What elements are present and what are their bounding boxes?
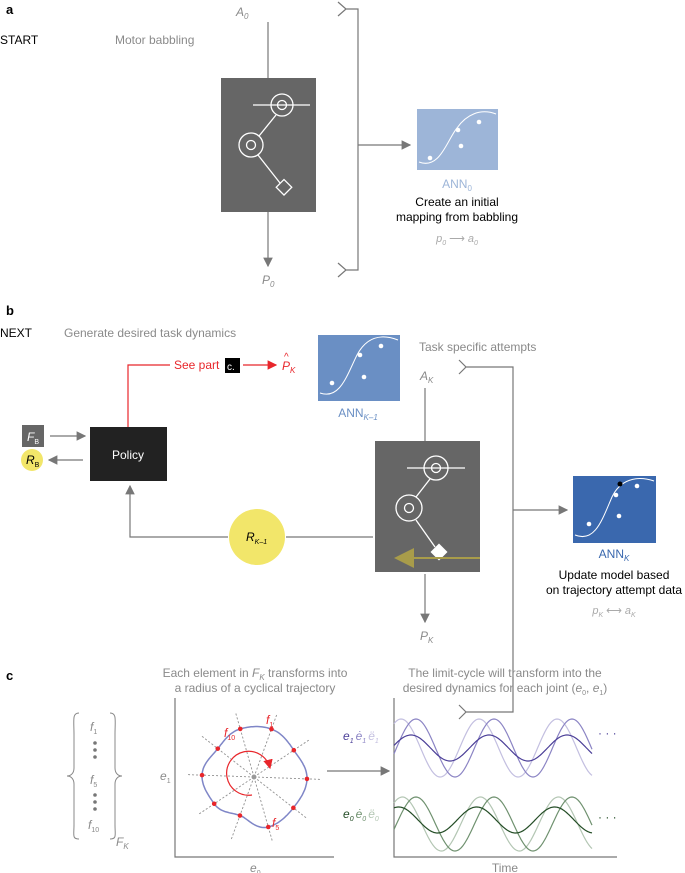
ann-k-caption-2: on trajectory attempt data xyxy=(546,583,682,597)
radial-guide xyxy=(253,776,322,780)
policy-output-line xyxy=(127,364,170,427)
right-brace xyxy=(109,712,123,840)
ann-k-label: ANNK xyxy=(599,547,630,563)
radial-guide xyxy=(230,776,255,842)
polar-f1-label: f1 xyxy=(266,713,273,729)
left-title-1: Each element in FK transforms into xyxy=(163,666,348,682)
polar-x-label: e0 xyxy=(250,861,261,873)
collect-bracket xyxy=(337,1,359,278)
p-hat-hat: ^ xyxy=(284,352,289,363)
joint-dynamics-plot xyxy=(393,718,593,852)
see-part-label: See part xyxy=(174,358,220,372)
figure: a START Motor babbling A0 P0 ANN0 Create… xyxy=(0,1,682,873)
panel-letter-c: c xyxy=(6,668,13,683)
radial-guide xyxy=(197,776,255,816)
radius-point xyxy=(304,776,310,782)
policy-label: Policy xyxy=(112,448,144,462)
ann0-caption-1: Create an initial xyxy=(415,195,498,209)
ann0-label: ANN0 xyxy=(442,177,472,193)
right-title-2: desired dynamics for each joint (e0, e1) xyxy=(403,681,608,697)
radius-point xyxy=(291,805,296,811)
vector-dots-lower xyxy=(93,793,97,811)
radius-point xyxy=(237,813,243,818)
radial-guide xyxy=(186,774,255,778)
polar-y-label: e1 xyxy=(160,769,171,785)
radius-point xyxy=(265,824,271,830)
e0-ellipsis: · · · xyxy=(598,810,617,824)
generate-dynamics-label: Generate desired task dynamics xyxy=(64,326,236,340)
action-a0-label: A0 xyxy=(235,5,249,21)
mapping-p0-a0: p0 ⟶ a0 xyxy=(435,233,478,247)
e1-velocity-wave xyxy=(393,718,593,778)
ann0-caption-2: mapping from babbling xyxy=(396,210,518,224)
vector-dots-upper xyxy=(93,741,97,759)
ann0-plot xyxy=(417,109,498,170)
e0-legend: e0 ė0 ë0 xyxy=(343,807,379,823)
time-axes xyxy=(393,698,617,858)
panel-c: c Each element in FK transforms into a r… xyxy=(6,666,617,873)
start-label: START xyxy=(0,33,39,47)
limit-cycle-plot xyxy=(186,711,322,843)
reward-circle xyxy=(229,509,285,565)
panel-b: b NEXT Generate desired task dynamics Se… xyxy=(0,303,682,720)
radial-guide xyxy=(234,711,255,778)
panel-letter-a: a xyxy=(6,2,14,17)
vector-fk-label: FK xyxy=(116,835,129,851)
task-attempts-label: Task specific attempts xyxy=(419,340,536,354)
radius-point xyxy=(211,801,217,807)
vector-f10: f10 xyxy=(88,818,99,834)
ann-prev-label: ANNK–1 xyxy=(338,406,378,422)
e1-legend: e1 ė1 ë1 xyxy=(343,729,379,745)
panel-a: a START Motor babbling A0 P0 ANN0 Create… xyxy=(0,1,518,289)
ann-k-plot xyxy=(573,476,656,543)
panel-letter-b: b xyxy=(6,303,14,318)
robot-arm-box-b xyxy=(375,441,480,572)
ann-k-caption-1: Update model based xyxy=(559,568,670,582)
rotation-arrow xyxy=(226,750,273,796)
time-axis-label: Time xyxy=(492,861,519,873)
radius-point xyxy=(237,726,243,732)
radius-point xyxy=(215,746,221,751)
robot-arm-box-a xyxy=(221,78,316,212)
vector-f5: f5 xyxy=(90,773,97,789)
mapping-pk-ak: pK ⟷ aK xyxy=(591,605,636,619)
motor-babbling-label: Motor babbling xyxy=(115,33,194,47)
vector-f1: f1 xyxy=(90,720,97,736)
radius-point xyxy=(291,747,297,753)
e0-velocity-wave xyxy=(393,796,593,852)
radial-guide xyxy=(253,776,274,843)
left-title-2: a radius of a cyclical trajectory xyxy=(175,681,336,695)
part-c-ref: c. xyxy=(227,362,235,373)
action-ak-label: AK xyxy=(419,369,434,385)
radius-point xyxy=(199,772,205,778)
next-label: NEXT xyxy=(0,326,33,340)
ann-prev-plot xyxy=(318,335,400,401)
left-brace xyxy=(66,712,80,840)
e1-ellipsis: · · · xyxy=(598,726,617,740)
position-p0-label: P0 xyxy=(262,273,275,289)
e1-position-wave xyxy=(393,734,593,762)
position-pk-label: PK xyxy=(420,629,434,645)
radial-guide xyxy=(253,776,308,820)
right-title-1: The limit-cycle will transform into the xyxy=(408,666,602,680)
radial-guide xyxy=(253,738,311,778)
